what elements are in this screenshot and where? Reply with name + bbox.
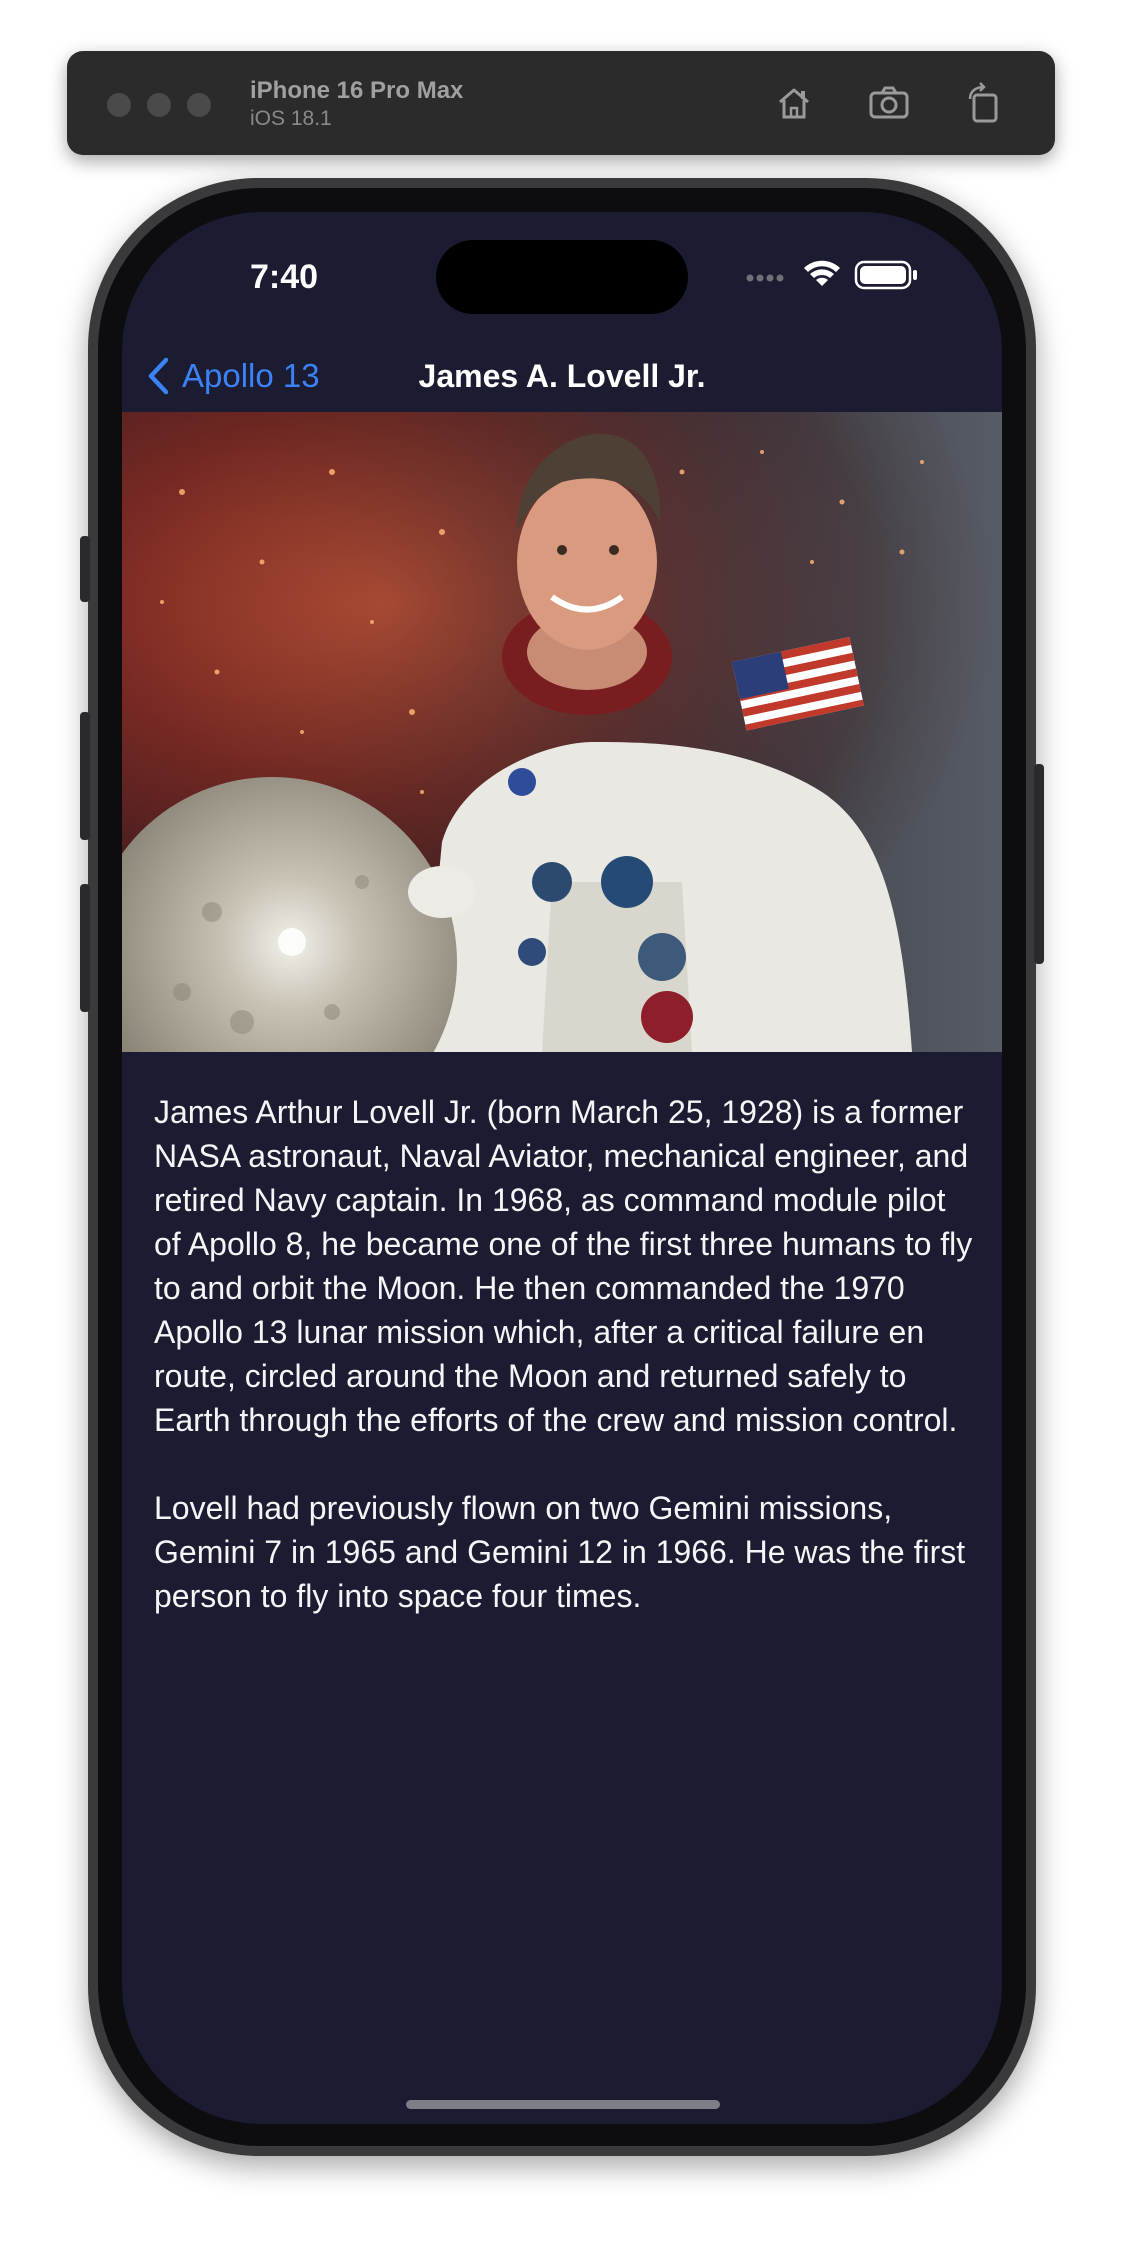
volume-down-button <box>80 884 90 1012</box>
home-icon[interactable] <box>772 81 816 125</box>
back-button-label: Apollo 13 <box>182 357 320 394</box>
astronaut-photo <box>122 412 1002 1052</box>
window-close-button[interactable] <box>107 93 131 117</box>
window-zoom-button[interactable] <box>187 93 211 117</box>
device-name: iPhone 16 Pro Max <box>250 77 464 104</box>
rotate-icon[interactable] <box>962 81 1006 125</box>
phone-screen: 7:40 Apollo 13 James A. Lovell Jr. James… <box>122 212 1002 2124</box>
bio-paragraph-1: James Arthur Lovell Jr. (born March 25, … <box>154 1094 973 1438</box>
window-minimize-button[interactable] <box>147 93 171 117</box>
power-button <box>1034 764 1044 964</box>
bio-paragraph-2: Lovell had previously flown on two Gemin… <box>154 1490 966 1614</box>
dynamic-island <box>436 240 688 314</box>
battery-icon <box>854 260 917 290</box>
status-icons <box>746 260 917 290</box>
chevron-left-icon <box>148 357 169 395</box>
screenshot-icon[interactable] <box>867 81 911 125</box>
volume-up-button <box>80 712 90 840</box>
home-indicator[interactable] <box>406 2100 720 2109</box>
os-version: iOS 18.1 <box>250 107 332 130</box>
bio-text: James Arthur Lovell Jr. (born March 25, … <box>154 1090 974 1662</box>
signal-dots-icon <box>746 274 784 282</box>
status-time: 7:40 <box>250 258 319 296</box>
simulator-toolbar: iPhone 16 Pro Max iOS 18.1 <box>67 51 1055 155</box>
back-button[interactable]: Apollo 13 <box>146 346 320 406</box>
wifi-icon <box>804 260 840 286</box>
action-button <box>80 536 90 602</box>
